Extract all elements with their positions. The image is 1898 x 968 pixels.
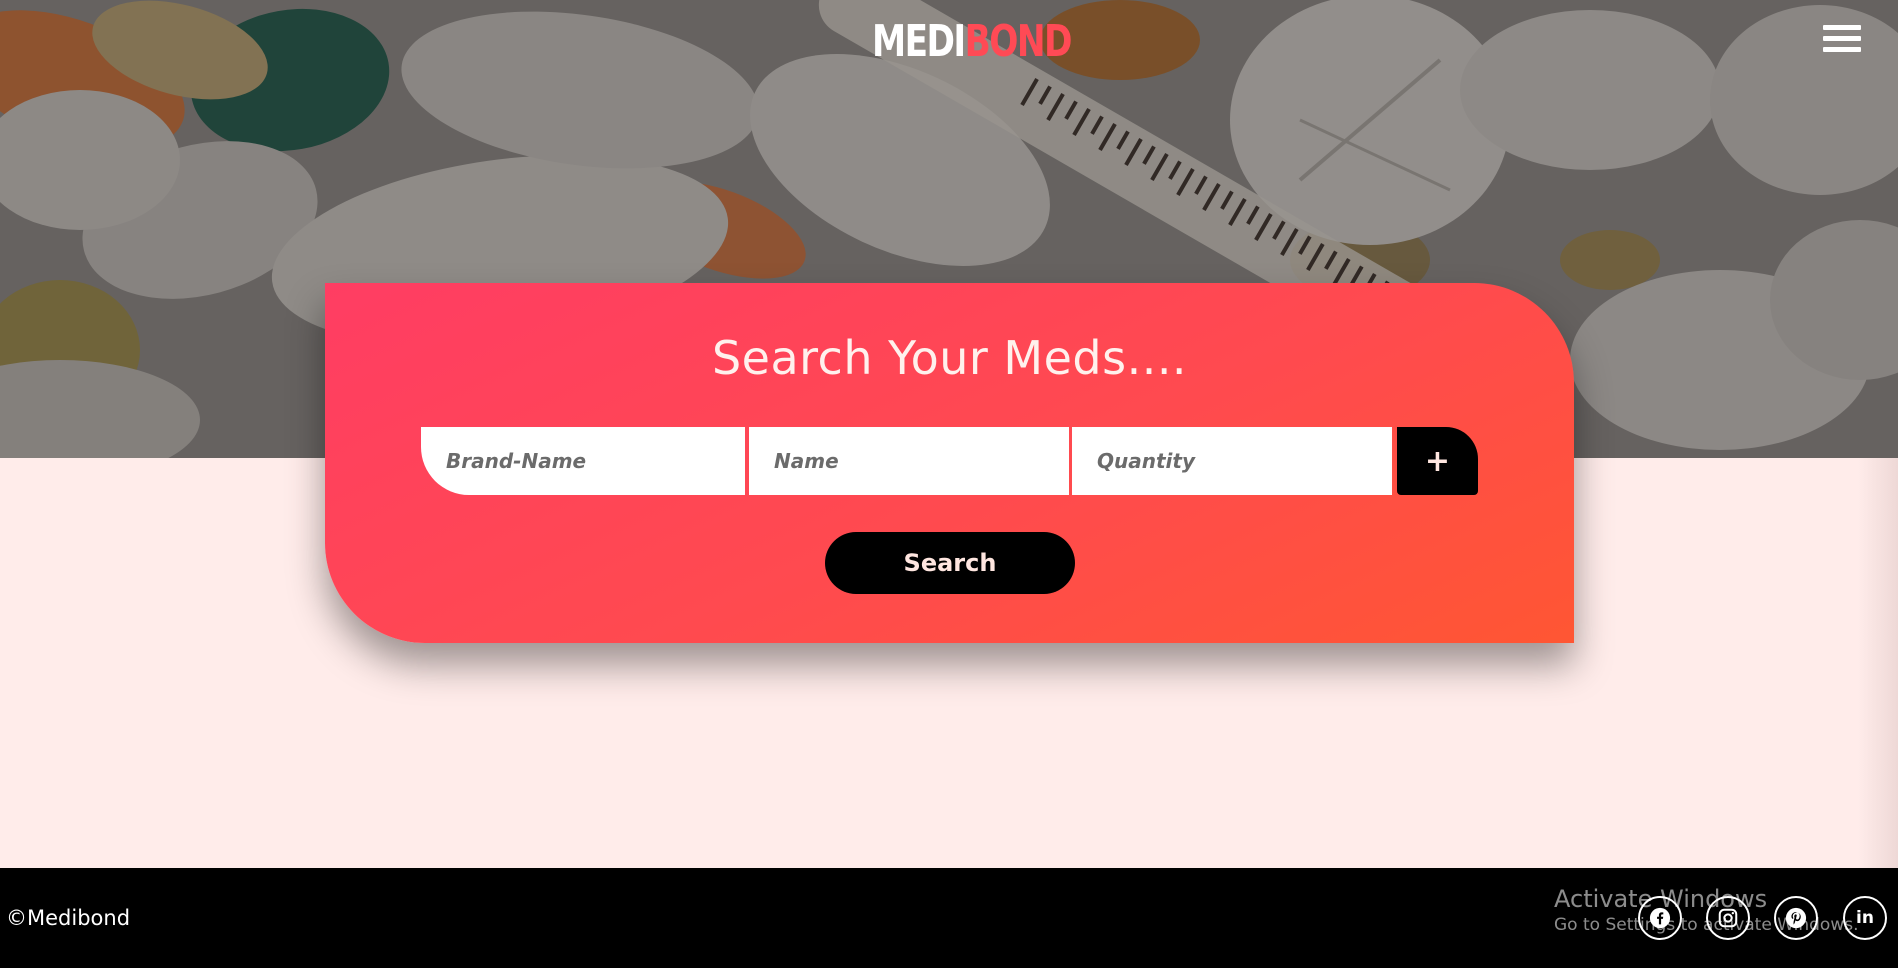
linkedin-icon[interactable]: in: [1843, 896, 1887, 940]
copyright-text: ©Medibond: [6, 906, 131, 930]
instagram-icon[interactable]: [1706, 896, 1750, 940]
search-button[interactable]: Search: [825, 532, 1075, 594]
logo-bond: BOND: [964, 16, 1073, 67]
add-row-button[interactable]: +: [1397, 427, 1478, 495]
search-title: Search Your Meds....: [711, 331, 1188, 385]
name-input[interactable]: [749, 427, 1069, 495]
pinterest-icon[interactable]: [1774, 896, 1818, 940]
brand-name-input[interactable]: [421, 427, 745, 495]
linkedin-text: in: [1856, 908, 1874, 928]
search-card: Search Your Meds.... + Search: [325, 283, 1574, 643]
hamburger-icon[interactable]: [1823, 25, 1861, 57]
logo-medi: MEDI: [872, 16, 966, 67]
page-edge-shadow: [1858, 458, 1898, 868]
facebook-icon[interactable]: [1638, 896, 1682, 940]
footer: ©Medibond Activate Windows Go to Setting…: [0, 868, 1898, 968]
site-logo[interactable]: MEDIBOND: [872, 16, 1073, 67]
quantity-input[interactable]: [1072, 427, 1392, 495]
